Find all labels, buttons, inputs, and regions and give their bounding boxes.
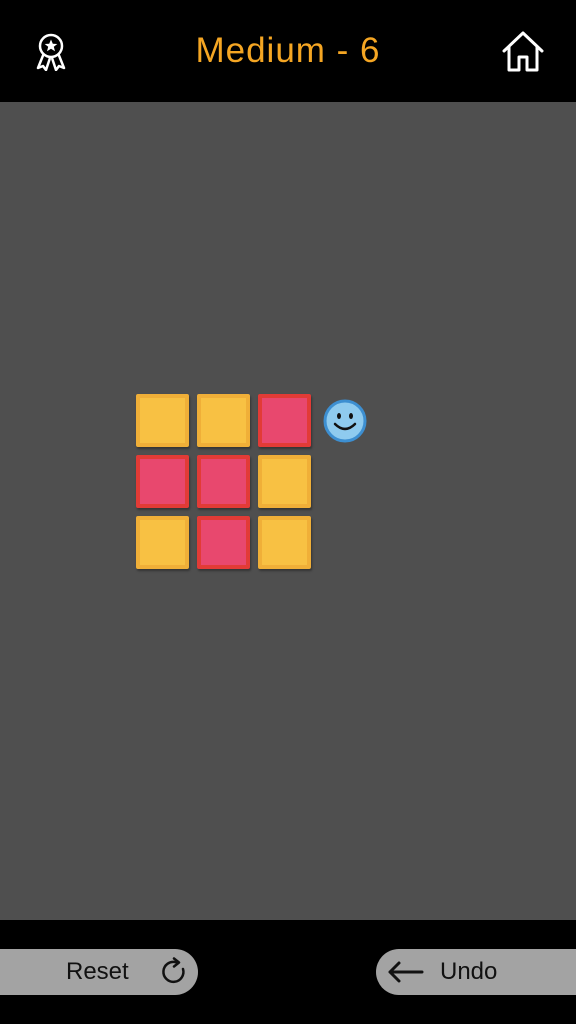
reset-label: Reset — [66, 958, 129, 985]
arrow-left-icon — [388, 961, 424, 983]
tile-red[interactable] — [197, 455, 250, 508]
tile-red[interactable] — [197, 516, 250, 569]
undo-label: Undo — [440, 958, 498, 985]
tile-yellow[interactable] — [136, 516, 189, 569]
game-board — [0, 102, 576, 920]
tile-yellow[interactable] — [197, 394, 250, 447]
smiley-face-icon — [323, 399, 367, 443]
home-button[interactable] — [498, 26, 548, 76]
top-bar: Medium - 6 — [0, 0, 576, 102]
tile-yellow[interactable] — [136, 394, 189, 447]
level-title: Medium - 6 — [195, 31, 381, 70]
reset-button[interactable]: Reset — [0, 949, 198, 995]
refresh-icon — [162, 957, 185, 984]
tile-red[interactable] — [136, 455, 189, 508]
award-ribbon-icon — [36, 33, 66, 71]
home-icon — [502, 31, 544, 72]
tile-red[interactable] — [258, 394, 311, 447]
tile-yellow[interactable] — [258, 455, 311, 508]
bottom-bar: Reset Undo — [0, 920, 576, 1024]
tile-yellow[interactable] — [258, 516, 311, 569]
achievements-button[interactable] — [26, 26, 76, 76]
undo-button[interactable]: Undo — [376, 949, 576, 995]
